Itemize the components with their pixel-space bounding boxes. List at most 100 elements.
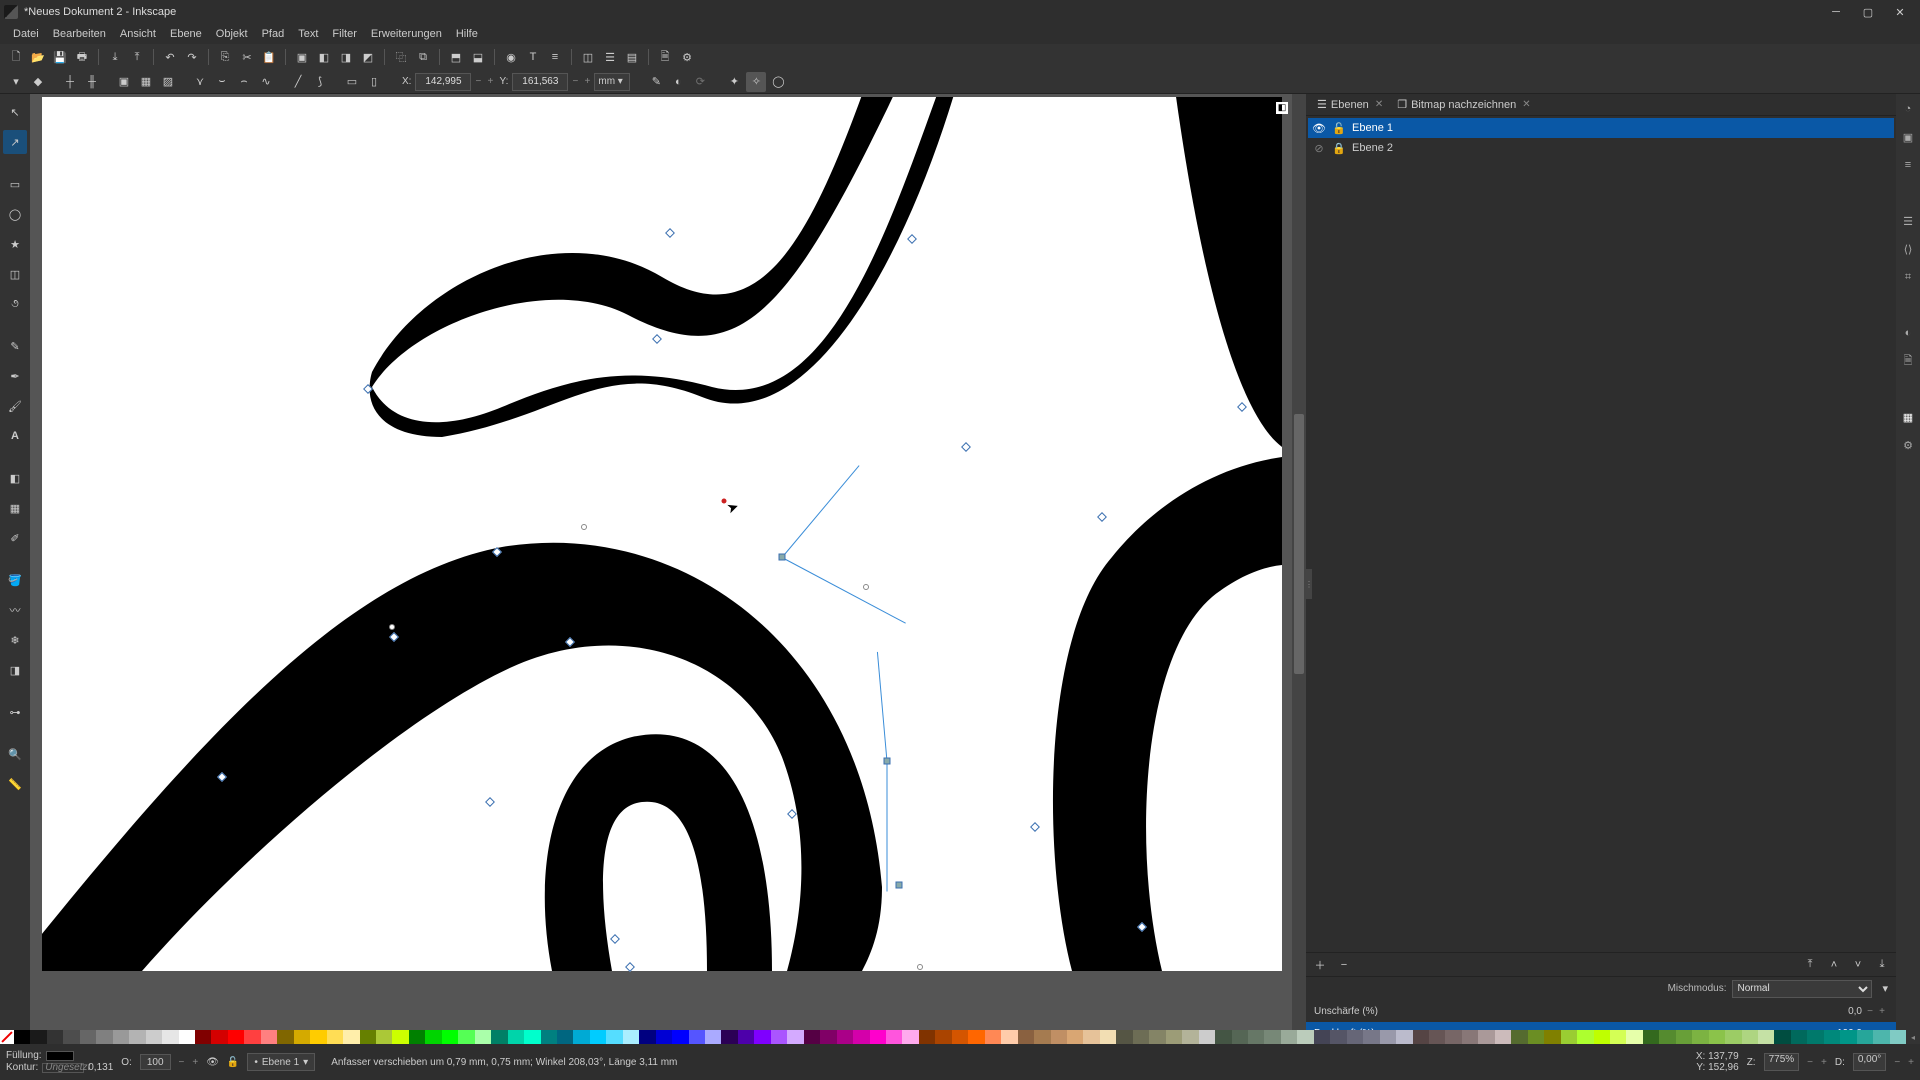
color-swatch[interactable] — [1594, 1030, 1610, 1044]
no-color-swatch[interactable] — [0, 1030, 14, 1044]
blur-slider[interactable] — [1424, 1004, 1820, 1018]
color-swatch[interactable] — [1034, 1030, 1050, 1044]
bezier-handle[interactable] — [863, 584, 869, 590]
add-layer-icon[interactable]: ＋ — [1312, 957, 1328, 973]
rail-css-icon[interactable]: ⌗ — [1899, 268, 1917, 286]
color-swatch[interactable] — [1774, 1030, 1790, 1044]
layer-selector[interactable]: •Ebene 1▾ — [247, 1053, 315, 1071]
color-swatch[interactable] — [113, 1030, 129, 1044]
color-swatch[interactable] — [1544, 1030, 1560, 1044]
node-delete-icon[interactable]: ┼ — [60, 72, 80, 92]
color-swatch[interactable] — [1561, 1030, 1577, 1044]
color-swatch[interactable] — [557, 1030, 573, 1044]
bezier-handle[interactable] — [389, 624, 395, 630]
layer-visibility-icon[interactable]: 👁 — [1312, 122, 1326, 135]
stroke-to-path-icon[interactable]: ▯ — [364, 72, 384, 92]
measure-tool-icon[interactable]: 📏 — [3, 772, 27, 796]
node-sym-icon[interactable]: ⌢ — [234, 72, 254, 92]
rail-layers-icon[interactable]: ☰ — [1899, 212, 1917, 230]
undo-icon[interactable]: ↶ — [160, 47, 180, 67]
color-swatch[interactable] — [738, 1030, 754, 1044]
align-dlg-icon[interactable]: ≡ — [545, 47, 565, 67]
menu-text[interactable]: Text — [291, 28, 325, 40]
ellipse-tool-icon[interactable]: ◯ — [3, 202, 27, 226]
color-swatch[interactable] — [179, 1030, 195, 1044]
xml-icon[interactable]: ◫ — [578, 47, 598, 67]
rail-fill-icon[interactable]: ◔ — [1899, 100, 1917, 118]
layer-down-icon[interactable]: ˅ — [1850, 957, 1866, 973]
color-swatch[interactable] — [1840, 1030, 1856, 1044]
color-swatch[interactable] — [261, 1030, 277, 1044]
connector-tool-icon[interactable]: ⊶ — [3, 700, 27, 724]
opacity-o-value[interactable]: 100 — [140, 1054, 171, 1070]
rotation-input[interactable]: 0,00° — [1853, 1053, 1886, 1071]
layer-row[interactable]: 👁 🔓 Ebene 1 — [1308, 118, 1894, 138]
color-swatch[interactable] — [1676, 1030, 1692, 1044]
layer-visibility-toggle[interactable]: 👁 — [206, 1057, 219, 1068]
node-join-icon[interactable]: ▣ — [114, 72, 134, 92]
color-swatch[interactable] — [672, 1030, 688, 1044]
color-swatch[interactable] — [1462, 1030, 1478, 1044]
canvas-area[interactable]: ➤ ⋮ ◧ — [30, 94, 1306, 1044]
color-swatch[interactable] — [30, 1030, 46, 1044]
ungroup-icon[interactable]: ⬓ — [468, 47, 488, 67]
path-node[interactable] — [896, 882, 903, 889]
rail-xml-icon[interactable]: ⟨⟩ — [1899, 240, 1917, 258]
color-swatch[interactable] — [1824, 1030, 1840, 1044]
color-swatch[interactable] — [1445, 1030, 1461, 1044]
blendmode-select[interactable]: Normal — [1732, 980, 1872, 998]
color-swatch[interactable] — [228, 1030, 244, 1044]
layer-up-icon[interactable]: ˄ — [1826, 957, 1842, 973]
mask-edit-icon[interactable]: ◐ — [668, 72, 688, 92]
next-lpe-icon[interactable]: ⟳ — [690, 72, 710, 92]
color-swatch[interactable] — [1528, 1030, 1544, 1044]
canvas[interactable]: ➤ — [42, 97, 1282, 971]
color-swatch[interactable] — [1643, 1030, 1659, 1044]
color-swatch[interactable] — [392, 1030, 408, 1044]
stroke-swatch[interactable]: Ungesetzt — [42, 1063, 84, 1073]
color-swatch[interactable] — [1511, 1030, 1527, 1044]
color-swatch[interactable] — [80, 1030, 96, 1044]
menu-edit[interactable]: Bearbeiten — [46, 28, 113, 40]
zoom-dec[interactable]: − — [1807, 1057, 1813, 1068]
color-swatch[interactable] — [129, 1030, 145, 1044]
color-swatch[interactable] — [343, 1030, 359, 1044]
color-swatch[interactable] — [524, 1030, 540, 1044]
color-swatch[interactable] — [146, 1030, 162, 1044]
color-swatch[interactable] — [1807, 1030, 1823, 1044]
new-doc-icon[interactable]: 🗋 — [6, 47, 26, 67]
selectors-icon[interactable]: ▤ — [622, 47, 642, 67]
spray-tool-icon[interactable]: ❄ — [3, 628, 27, 652]
seg-curve-icon[interactable]: ⟆ — [310, 72, 330, 92]
color-swatch[interactable] — [195, 1030, 211, 1044]
color-swatch[interactable] — [820, 1030, 836, 1044]
color-swatch[interactable] — [804, 1030, 820, 1044]
color-swatch[interactable] — [1264, 1030, 1280, 1044]
x-dec[interactable]: − — [473, 73, 483, 91]
menu-file[interactable]: Datei — [6, 28, 46, 40]
color-swatch[interactable] — [1199, 1030, 1215, 1044]
layer-name[interactable]: Ebene 2 — [1352, 142, 1393, 154]
paintbucket-tool-icon[interactable]: 🪣 — [3, 568, 27, 592]
dropper-tool-icon[interactable]: ✐ — [3, 526, 27, 550]
rail-docprops-icon[interactable]: 🗎 — [1899, 352, 1917, 370]
rail-align-icon[interactable]: ≡ — [1899, 156, 1917, 174]
rot-inc[interactable]: + — [1908, 1057, 1914, 1068]
color-swatch[interactable] — [244, 1030, 260, 1044]
color-swatch[interactable] — [837, 1030, 853, 1044]
menu-layer[interactable]: Ebene — [163, 28, 209, 40]
save-icon[interactable]: 💾 — [50, 47, 70, 67]
minimize-button[interactable]: ─ — [1820, 0, 1852, 24]
color-swatch[interactable] — [623, 1030, 639, 1044]
color-swatch[interactable] — [771, 1030, 787, 1044]
gradient-tool-icon[interactable]: ◧ — [3, 466, 27, 490]
color-swatch[interactable] — [1659, 1030, 1675, 1044]
node-smooth-icon[interactable]: ⌣ — [212, 72, 232, 92]
color-swatch[interactable] — [1626, 1030, 1642, 1044]
color-swatch[interactable] — [310, 1030, 326, 1044]
node-tool-icon[interactable]: ↗ — [3, 130, 27, 154]
y-dec[interactable]: − — [570, 73, 580, 91]
color-swatch[interactable] — [1149, 1030, 1165, 1044]
close-icon[interactable]: ✕ — [1522, 99, 1530, 110]
color-swatch[interactable] — [721, 1030, 737, 1044]
